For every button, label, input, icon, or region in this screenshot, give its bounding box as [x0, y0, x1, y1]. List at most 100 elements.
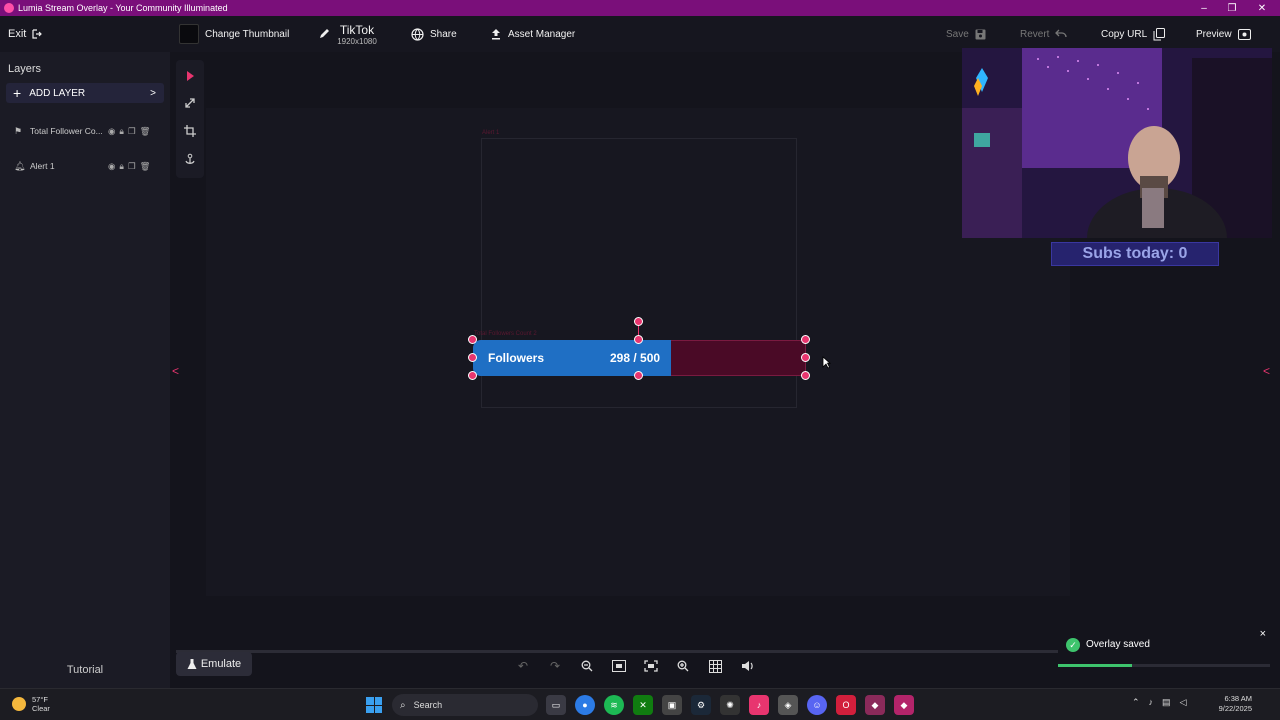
maximize-button[interactable]: ❐: [1216, 0, 1248, 16]
undo-icon[interactable]: ↶: [514, 657, 532, 675]
redo-icon[interactable]: ↷: [546, 657, 564, 675]
grid-icon[interactable]: [706, 657, 724, 675]
edit-platform-button[interactable]: [318, 16, 330, 52]
windows-start-icon[interactable]: [366, 697, 382, 713]
asset-manager-button[interactable]: Asset Manager: [490, 16, 575, 52]
trash-icon[interactable]: 🗑︎: [140, 126, 151, 137]
collapse-left-panel-icon[interactable]: <: [172, 364, 179, 378]
chevron-up-icon[interactable]: ⌃: [1132, 697, 1140, 708]
taskbar-clock[interactable]: 6:38 AM 9/22/2025: [1212, 694, 1252, 714]
resize-handle-bottom-right[interactable]: [801, 371, 810, 380]
exit-button[interactable]: Exit: [8, 16, 43, 52]
discord-icon[interactable]: ☺: [807, 695, 827, 715]
resize-handle-bottom[interactable]: [634, 371, 643, 380]
spotify-icon[interactable]: ≋: [604, 695, 624, 715]
weather-widget[interactable]: 57°F Clear: [12, 695, 50, 713]
taskbar-apps: ▭ ● ≋ ✕ ▣ ⚙ ✺ ♪ ◈ ☺ O ◆ ◆: [546, 695, 914, 715]
subs-today-widget: Subs today: 0: [1051, 242, 1219, 266]
network-icon[interactable]: ▤: [1162, 697, 1171, 708]
anchor-icon[interactable]: [184, 153, 196, 165]
duplicate-icon[interactable]: ❐: [128, 161, 136, 172]
fit-to-screen-icon[interactable]: [610, 657, 628, 675]
lumia-icon[interactable]: ◆: [865, 695, 885, 715]
layer-name: Total Follower Co...: [30, 126, 102, 136]
revert-button[interactable]: Revert: [1020, 16, 1068, 52]
add-layer-label: ADD LAYER: [29, 87, 86, 99]
canvas-tool-rail: [176, 60, 204, 178]
crop-icon[interactable]: [184, 125, 196, 137]
lumia-overlay-icon[interactable]: ◆: [894, 695, 914, 715]
lock-icon[interactable]: 🔒︎: [119, 126, 124, 137]
capture-app-icon[interactable]: ▣: [662, 695, 682, 715]
volume-icon[interactable]: [738, 657, 756, 675]
lumia-app-icon: [4, 3, 14, 13]
select-pointer-icon[interactable]: [184, 70, 196, 82]
duplicate-icon[interactable]: ❐: [128, 126, 136, 137]
actual-size-icon[interactable]: [642, 657, 660, 675]
opera-icon[interactable]: O: [836, 695, 856, 715]
visibility-eye-icon[interactable]: ◉: [108, 126, 115, 137]
follower-goal-count: 298 / 500: [610, 351, 661, 365]
microphone-icon[interactable]: ♪: [1149, 697, 1154, 708]
save-button[interactable]: Save: [946, 16, 986, 52]
taskbar-search-label: Search: [413, 700, 443, 710]
webcam-preview: [962, 48, 1272, 238]
system-tray: ⌃ ♪ ▤ ◁: [1132, 697, 1186, 708]
tutorial-link[interactable]: Tutorial: [0, 664, 170, 676]
rotate-handle[interactable]: [634, 317, 643, 326]
floppy-icon: [975, 29, 986, 40]
resize-handle-left[interactable]: [468, 353, 477, 362]
weather-temperature: 57°F: [32, 695, 48, 704]
plus-icon: +: [13, 85, 22, 101]
visibility-eye-icon[interactable]: ◉: [108, 161, 115, 172]
steam-icon[interactable]: ⚙: [691, 695, 711, 715]
flag-icon: ⚑: [14, 125, 23, 136]
close-window-button[interactable]: ✕: [1246, 0, 1278, 16]
chrome-icon[interactable]: ●: [575, 695, 595, 715]
tiktok-icon[interactable]: ♪: [749, 695, 769, 715]
expand-right-panel-icon[interactable]: <: [1263, 364, 1270, 378]
undo-icon: [1055, 29, 1068, 39]
change-thumbnail-button[interactable]: Change Thumbnail: [179, 16, 289, 52]
taskbar-search[interactable]: ⌕ Search: [392, 694, 538, 716]
resize-handle-bottom-left[interactable]: [468, 371, 477, 380]
resize-arrows-icon[interactable]: [184, 97, 196, 109]
clock-date: 9/22/2025: [1218, 704, 1252, 713]
search-icon: ⌕: [400, 699, 406, 711]
toast-notification: ✓ Overlay saved ×: [1058, 626, 1272, 672]
preview-button[interactable]: Preview: [1196, 16, 1251, 52]
layer-name: Alert 1: [30, 161, 55, 171]
lock-icon[interactable]: 🔒︎: [119, 161, 124, 172]
task-view-icon[interactable]: ▭: [546, 695, 566, 715]
change-thumbnail-label: Change Thumbnail: [205, 28, 290, 40]
preview-label: Preview: [1196, 28, 1232, 40]
trash-icon[interactable]: 🗑︎: [140, 161, 151, 172]
copy-icon: [1153, 27, 1166, 41]
layers-title: Layers: [8, 63, 42, 75]
toast-progress-track: [1058, 664, 1270, 667]
globe-icon: [411, 27, 424, 41]
window-titlebar: Lumia Stream Overlay - Your Community Il…: [0, 0, 1280, 16]
asset-manager-label: Asset Manager: [508, 28, 576, 40]
exit-icon: [32, 29, 43, 39]
windows-taskbar: 57°F Clear ⌕ Search ▭ ● ≋ ✕ ▣ ⚙ ✺ ♪ ◈ ☺ …: [0, 688, 1280, 720]
canvas-horizontal-scrollbar[interactable]: [176, 650, 1058, 653]
emulate-button[interactable]: Emulate: [176, 652, 252, 676]
settings-gear-icon[interactable]: ✺: [720, 695, 740, 715]
zoom-in-icon[interactable]: [674, 657, 692, 675]
xbox-icon[interactable]: ✕: [633, 695, 653, 715]
resize-handle-top[interactable]: [634, 335, 643, 344]
copy-url-button[interactable]: Copy URL: [1101, 16, 1166, 52]
layer-row[interactable]: ⚑ Total Follower Co... ◉ 🔒︎ ❐ 🗑︎: [0, 121, 170, 141]
layer-row[interactable]: 🔔︎ Alert 1 ◉ 🔒︎ ❐ 🗑︎: [0, 156, 170, 176]
zoom-out-icon[interactable]: [578, 657, 596, 675]
add-layer-button[interactable]: + ADD LAYER >: [6, 83, 164, 103]
share-button[interactable]: Share: [411, 16, 457, 52]
toast-close-button[interactable]: ×: [1260, 628, 1266, 640]
resize-handle-top-right[interactable]: [801, 335, 810, 344]
speaker-icon[interactable]: ◁: [1180, 697, 1187, 708]
resize-handle-top-left[interactable]: [468, 335, 477, 344]
weather-condition: Clear: [32, 704, 50, 713]
obs-icon[interactable]: ◈: [778, 695, 798, 715]
resize-handle-right[interactable]: [801, 353, 810, 362]
